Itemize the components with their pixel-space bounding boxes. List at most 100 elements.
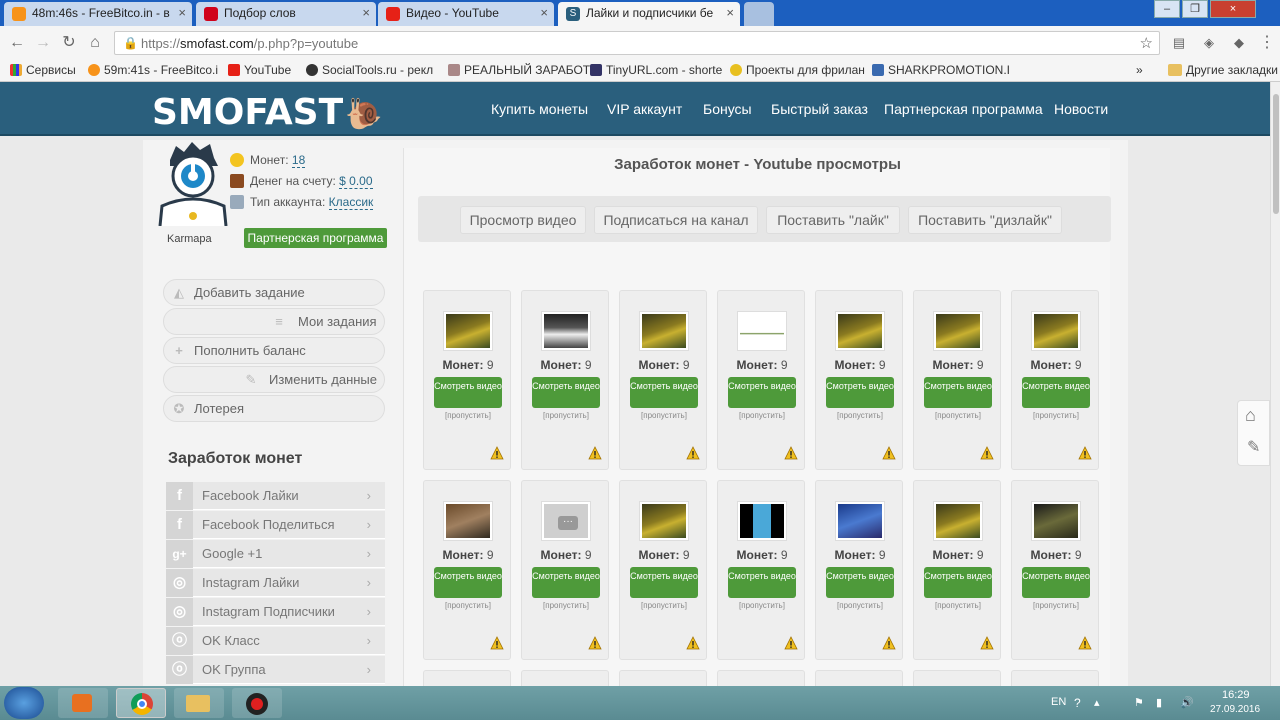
bookmark-freebitcoin[interactable]: 59m:41s - FreeBitco.i xyxy=(88,63,218,77)
site-logo[interactable]: SMOFAST🐌 xyxy=(152,92,383,133)
video-thumbnail[interactable] xyxy=(541,311,591,351)
skip-link[interactable]: [пропустить] xyxy=(1012,411,1100,420)
warning-icon[interactable] xyxy=(980,446,994,460)
video-thumbnail[interactable] xyxy=(737,311,787,351)
skip-link[interactable]: [пропустить] xyxy=(816,411,904,420)
warning-icon[interactable] xyxy=(588,446,602,460)
watch-video-button[interactable]: Смотреть видео xyxy=(924,567,992,598)
warning-icon[interactable] xyxy=(686,636,700,650)
maximize-button[interactable]: ❐ xyxy=(1182,0,1208,18)
clock-time[interactable]: 16:29 xyxy=(1222,689,1250,701)
folder-icon[interactable] xyxy=(174,688,224,718)
warning-icon[interactable] xyxy=(882,636,896,650)
skip-link[interactable]: [пропустить] xyxy=(424,411,512,420)
back-icon[interactable]: ← xyxy=(6,32,28,54)
watch-video-button[interactable]: Смотреть видео xyxy=(630,567,698,598)
tab-youtube[interactable]: Видео - YouTube × xyxy=(378,2,554,26)
watch-video-button[interactable]: Смотреть видео xyxy=(532,377,600,408)
watch-video-button[interactable]: Смотреть видео xyxy=(728,567,796,598)
nav-buy-coins[interactable]: Купить монеты xyxy=(491,101,588,117)
bookmark-tinyurl[interactable]: TinyURL.com - shorte xyxy=(590,63,722,77)
video-thumbnail[interactable] xyxy=(443,501,493,541)
forward-icon[interactable]: → xyxy=(32,32,54,54)
close-icon[interactable]: × xyxy=(540,5,548,20)
skip-link[interactable]: [пропустить] xyxy=(816,601,904,610)
volume-icon[interactable]: 🔊 xyxy=(1180,696,1194,709)
bookmark-sharkpromotion[interactable]: SHARKPROMOTION.I xyxy=(872,63,1010,77)
skip-link[interactable]: [пропустить] xyxy=(718,411,806,420)
tab-smofast[interactable]: S Лайки и подписчики бе × xyxy=(558,2,740,26)
watch-video-button[interactable]: Смотреть видео xyxy=(532,567,600,598)
earn-facebook-share[interactable]: f Facebook Поделиться › xyxy=(166,511,385,539)
tab-watch-video[interactable]: Просмотр видео xyxy=(460,206,586,234)
watch-video-button[interactable]: Смотреть видео xyxy=(728,377,796,408)
video-thumbnail[interactable] xyxy=(933,501,983,541)
skip-link[interactable]: [пропустить] xyxy=(1012,601,1100,610)
nav-vip-account[interactable]: VIP аккаунт xyxy=(607,101,682,117)
skip-link[interactable]: [пропустить] xyxy=(522,601,610,610)
tab-freebitcoin[interactable]: 48m:46s - FreeBitco.in - в × xyxy=(4,2,192,26)
star-icon[interactable]: ☆ xyxy=(1140,34,1153,52)
warning-icon[interactable] xyxy=(784,446,798,460)
skip-link[interactable]: [пропустить] xyxy=(424,601,512,610)
account-value[interactable]: Классик xyxy=(328,195,374,210)
bookmark-youtube[interactable]: YouTube xyxy=(228,63,291,77)
watch-video-button[interactable]: Смотреть видео xyxy=(630,377,698,408)
recorder-icon[interactable] xyxy=(232,688,282,718)
nav-bonuses[interactable]: Бонусы xyxy=(703,101,752,117)
clock-date[interactable]: 27.09.2016 xyxy=(1210,704,1260,715)
skip-link[interactable]: [пропустить] xyxy=(718,601,806,610)
earn-ok-group[interactable]: ⓞ OK Группа › xyxy=(166,656,385,684)
watch-video-button[interactable]: Смотреть видео xyxy=(434,567,502,598)
minimize-button[interactable]: – xyxy=(1154,0,1180,18)
warning-icon[interactable] xyxy=(490,636,504,650)
skip-link[interactable]: [пропустить] xyxy=(620,411,708,420)
skip-link[interactable]: [пропустить] xyxy=(522,411,610,420)
username[interactable]: Karmapa xyxy=(167,233,212,245)
scrollbar-thumb[interactable] xyxy=(1273,94,1279,214)
earn-facebook-likes[interactable]: f Facebook Лайки › xyxy=(166,482,385,510)
earn-ok-class[interactable]: ⓞ OK Класс › xyxy=(166,627,385,655)
video-thumbnail[interactable] xyxy=(443,311,493,351)
edit-data-button[interactable]: ✎ Изменить данные xyxy=(163,366,385,393)
tray-arrow-icon[interactable]: ▴ xyxy=(1094,696,1100,709)
other-bookmarks[interactable]: Другие закладки xyxy=(1168,63,1278,77)
watch-video-button[interactable]: Смотреть видео xyxy=(826,567,894,598)
nav-partner-program[interactable]: Партнерская программа xyxy=(884,101,1043,117)
extension-icon[interactable]: ◆ xyxy=(1228,32,1250,54)
add-task-button[interactable]: ◭ Добавить задание xyxy=(163,279,385,306)
nav-quick-order[interactable]: Быстрый заказ xyxy=(771,101,868,117)
flag-icon[interactable]: ⚑ xyxy=(1134,696,1144,709)
tab-podbor-slov[interactable]: Подбор слов × xyxy=(196,2,376,26)
top-up-balance-button[interactable]: + Пополнить баланс xyxy=(163,337,385,364)
partner-program-button[interactable]: Партнерская программа xyxy=(244,228,387,248)
watch-video-button[interactable]: Смотреть видео xyxy=(1022,377,1090,408)
tab-like[interactable]: Поставить "лайк" xyxy=(766,206,900,234)
warning-icon[interactable] xyxy=(980,636,994,650)
lottery-button[interactable]: ✪ Лотерея xyxy=(163,395,385,422)
tab-dislike[interactable]: Поставить "дизлайк" xyxy=(908,206,1062,234)
my-tasks-button[interactable]: ≡ Мои задания xyxy=(163,308,385,335)
earn-google-plus[interactable]: g+ Google +1 › xyxy=(166,540,385,568)
home-icon[interactable]: ⌂ xyxy=(1245,405,1256,426)
close-window-button[interactable]: × xyxy=(1210,0,1256,18)
video-thumbnail[interactable] xyxy=(835,501,885,541)
start-button[interactable] xyxy=(4,687,44,719)
earn-instagram-followers[interactable]: ◎ Instagram Подписчики › xyxy=(166,598,385,626)
warning-icon[interactable] xyxy=(1078,446,1092,460)
pencil-icon[interactable]: ✎ xyxy=(1247,437,1260,457)
language-indicator[interactable]: EN xyxy=(1051,696,1066,708)
bookmark-realniy-zarabotok[interactable]: РЕАЛЬНЫЙ ЗАРАБОТ xyxy=(448,63,590,77)
close-icon[interactable]: × xyxy=(726,5,734,20)
close-icon[interactable]: × xyxy=(362,5,370,20)
earn-instagram-likes[interactable]: ◎ Instagram Лайки › xyxy=(166,569,385,597)
video-thumbnail[interactable] xyxy=(835,311,885,351)
home-icon[interactable]: ⌂ xyxy=(84,32,106,54)
url-input[interactable]: 🔒 https://smofast.com/p.php?p=youtube ☆ xyxy=(114,31,1160,55)
money-value[interactable]: $ 0.00 xyxy=(339,174,373,189)
watch-video-button[interactable]: Смотреть видео xyxy=(826,377,894,408)
extension-icon[interactable]: ▤ xyxy=(1168,32,1190,54)
skip-link[interactable]: [пропустить] xyxy=(620,601,708,610)
nav-news[interactable]: Новости xyxy=(1054,101,1108,117)
warning-icon[interactable] xyxy=(490,446,504,460)
